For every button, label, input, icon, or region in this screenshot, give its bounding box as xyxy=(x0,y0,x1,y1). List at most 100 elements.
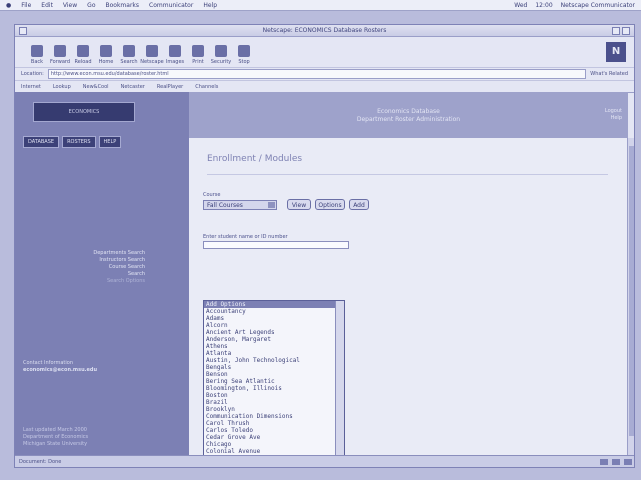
window-title: Netscape: ECONOMICS Database Rosters xyxy=(262,27,387,34)
system-menubar: ● File Edit View Go Bookmarks Communicat… xyxy=(0,0,641,11)
roster-listbox[interactable]: Add Options Accountancy Adams Alcorn Ancient… xyxy=(203,300,345,467)
footer-line: Last updated March 2000 xyxy=(23,427,87,433)
sidebar-footer: Last updated March 2000 Department of Ec… xyxy=(23,427,173,448)
netscape-button[interactable]: Netscape xyxy=(140,45,164,65)
contact-email-link[interactable]: economics@econ.msu.edu xyxy=(23,367,173,374)
search-icon xyxy=(123,45,135,57)
menu-go[interactable]: Go xyxy=(87,2,95,9)
list-item[interactable]: Carol Thrush xyxy=(204,420,335,427)
close-box-icon[interactable] xyxy=(19,27,27,35)
list-item[interactable]: Carlos Toledo xyxy=(204,427,335,434)
security-button[interactable]: Security xyxy=(211,45,231,65)
list-item[interactable]: Athens xyxy=(204,343,335,350)
nav-database[interactable]: DATABASE xyxy=(23,136,60,148)
list-item[interactable]: Bering Sea Atlantic xyxy=(204,378,335,385)
netscape-label: Netscape xyxy=(140,59,164,65)
url-field[interactable]: http://www.econ.msu.edu/database/roster.… xyxy=(47,69,587,79)
site-logo[interactable]: ECONOMICS xyxy=(33,102,135,122)
bookmark-lookup[interactable]: Lookup xyxy=(53,84,71,90)
search-button[interactable]: Search xyxy=(119,45,139,65)
bookmark-newcool[interactable]: New&Cool xyxy=(83,84,109,90)
logout-link[interactable]: Logout xyxy=(605,108,622,115)
forward-button[interactable]: Forward xyxy=(50,45,70,65)
list-item[interactable]: Benson xyxy=(204,371,335,378)
list-item[interactable]: Ancient Art Legends xyxy=(204,329,335,336)
menu-view[interactable]: View xyxy=(63,2,77,9)
list-item[interactable]: Adams xyxy=(204,315,335,322)
sidebar-link[interactable]: Departments Search xyxy=(93,250,145,257)
student-search-input[interactable] xyxy=(203,241,349,249)
listbox-scrollbar[interactable] xyxy=(335,301,344,467)
collapse-box-icon[interactable] xyxy=(622,27,630,35)
sidebar-link-faint[interactable]: Search Options xyxy=(93,278,145,285)
page-header: Economics Database Department Roster Adm… xyxy=(189,92,628,138)
list-item[interactable]: Chicago xyxy=(204,441,335,448)
menu-file[interactable]: File xyxy=(21,2,31,9)
security-label: Security xyxy=(210,59,232,65)
print-button[interactable]: Print xyxy=(188,45,208,65)
menubar-app-name[interactable]: Netscape Communicator xyxy=(561,2,635,9)
menu-communicator[interactable]: Communicator xyxy=(149,2,193,9)
header-title: Economics Database Department Roster Adm… xyxy=(189,108,628,124)
page-sidebar: ECONOMICS DATABASE ROSTERS HELP Departme… xyxy=(15,92,189,457)
course-select[interactable]: Fall Courses xyxy=(203,200,277,210)
nav-rosters[interactable]: ROSTERS xyxy=(62,136,96,148)
menu-edit[interactable]: Edit xyxy=(41,2,53,9)
sidebar-contact: Contact Information economics@econ.msu.e… xyxy=(23,360,173,374)
list-item[interactable]: Add Options xyxy=(204,301,335,308)
stop-button[interactable]: Stop xyxy=(234,45,254,65)
main-panel: Enrollment / Modules Course Fall Courses… xyxy=(189,138,628,467)
page-scroll-thumb[interactable] xyxy=(629,146,634,436)
reload-label: Reload xyxy=(74,59,92,65)
sidebar-link[interactable]: Course Search xyxy=(93,264,145,271)
student-input-label: Enter student name or ID number xyxy=(203,234,288,240)
bookmark-realplayer[interactable]: RealPlayer xyxy=(157,84,183,90)
bookmark-internet[interactable]: Internet xyxy=(21,84,41,90)
view-button[interactable]: View xyxy=(287,199,311,210)
list-item[interactable]: Austin, John Technological xyxy=(204,357,335,364)
options-button[interactable]: Options xyxy=(315,199,345,210)
back-button[interactable]: Back xyxy=(27,45,47,65)
list-item[interactable]: Atlanta xyxy=(204,350,335,357)
whats-related-button[interactable]: What's Related xyxy=(590,71,628,77)
page-scrollbar[interactable] xyxy=(627,138,634,457)
list-item[interactable]: Bloomington, Illinois xyxy=(204,385,335,392)
sidebar-link[interactable]: Search xyxy=(93,271,145,278)
list-item[interactable]: Colonial Avenue xyxy=(204,448,335,455)
help-link[interactable]: Help xyxy=(605,115,622,122)
sidebar-link[interactable]: Instructors Search xyxy=(93,257,145,264)
reload-button[interactable]: Reload xyxy=(73,45,93,65)
title-divider xyxy=(207,174,608,175)
list-item[interactable]: Cedar Grove Ave xyxy=(204,434,335,441)
list-item[interactable]: Brooklyn xyxy=(204,406,335,413)
window-titlebar[interactable]: Netscape: ECONOMICS Database Rosters xyxy=(15,25,634,37)
nav-help[interactable]: HELP xyxy=(98,136,122,148)
list-item[interactable]: Alcorn xyxy=(204,322,335,329)
list-item[interactable]: Brazil xyxy=(204,399,335,406)
add-button[interactable]: Add xyxy=(349,199,369,210)
mail-icon[interactable] xyxy=(624,458,632,465)
forward-label: Forward xyxy=(49,59,71,65)
list-item[interactable]: Communication Dimensions xyxy=(204,413,335,420)
list-item[interactable]: Accountancy xyxy=(204,308,335,315)
apple-menu-icon[interactable]: ● xyxy=(6,2,11,9)
zoom-box-icon[interactable] xyxy=(612,27,620,35)
bookmark-channels[interactable]: Channels xyxy=(195,84,218,90)
menu-help[interactable]: Help xyxy=(203,2,217,9)
menu-bookmarks[interactable]: Bookmarks xyxy=(106,2,140,9)
course-select-value: Fall Courses xyxy=(207,202,243,209)
lock-icon xyxy=(215,45,227,57)
list-item[interactable]: Bengals xyxy=(204,364,335,371)
forward-arrow-icon xyxy=(54,45,66,57)
bookmark-netcaster[interactable]: Netcaster xyxy=(121,84,145,90)
netscape-logo-icon[interactable]: N xyxy=(606,42,626,62)
list-item[interactable]: Anderson, Margaret xyxy=(204,336,335,343)
images-button[interactable]: Images xyxy=(165,45,185,65)
home-button[interactable]: Home xyxy=(96,45,116,65)
back-label: Back xyxy=(30,59,44,65)
security-status-icon[interactable] xyxy=(600,458,608,465)
navigation-toolbar: Back Forward Reload Home Search Netscape… xyxy=(15,37,634,68)
list-item[interactable]: Boston xyxy=(204,392,335,399)
header-subtitle-line: Department Roster Administration xyxy=(356,116,461,123)
component-bar-icon[interactable] xyxy=(612,458,620,465)
